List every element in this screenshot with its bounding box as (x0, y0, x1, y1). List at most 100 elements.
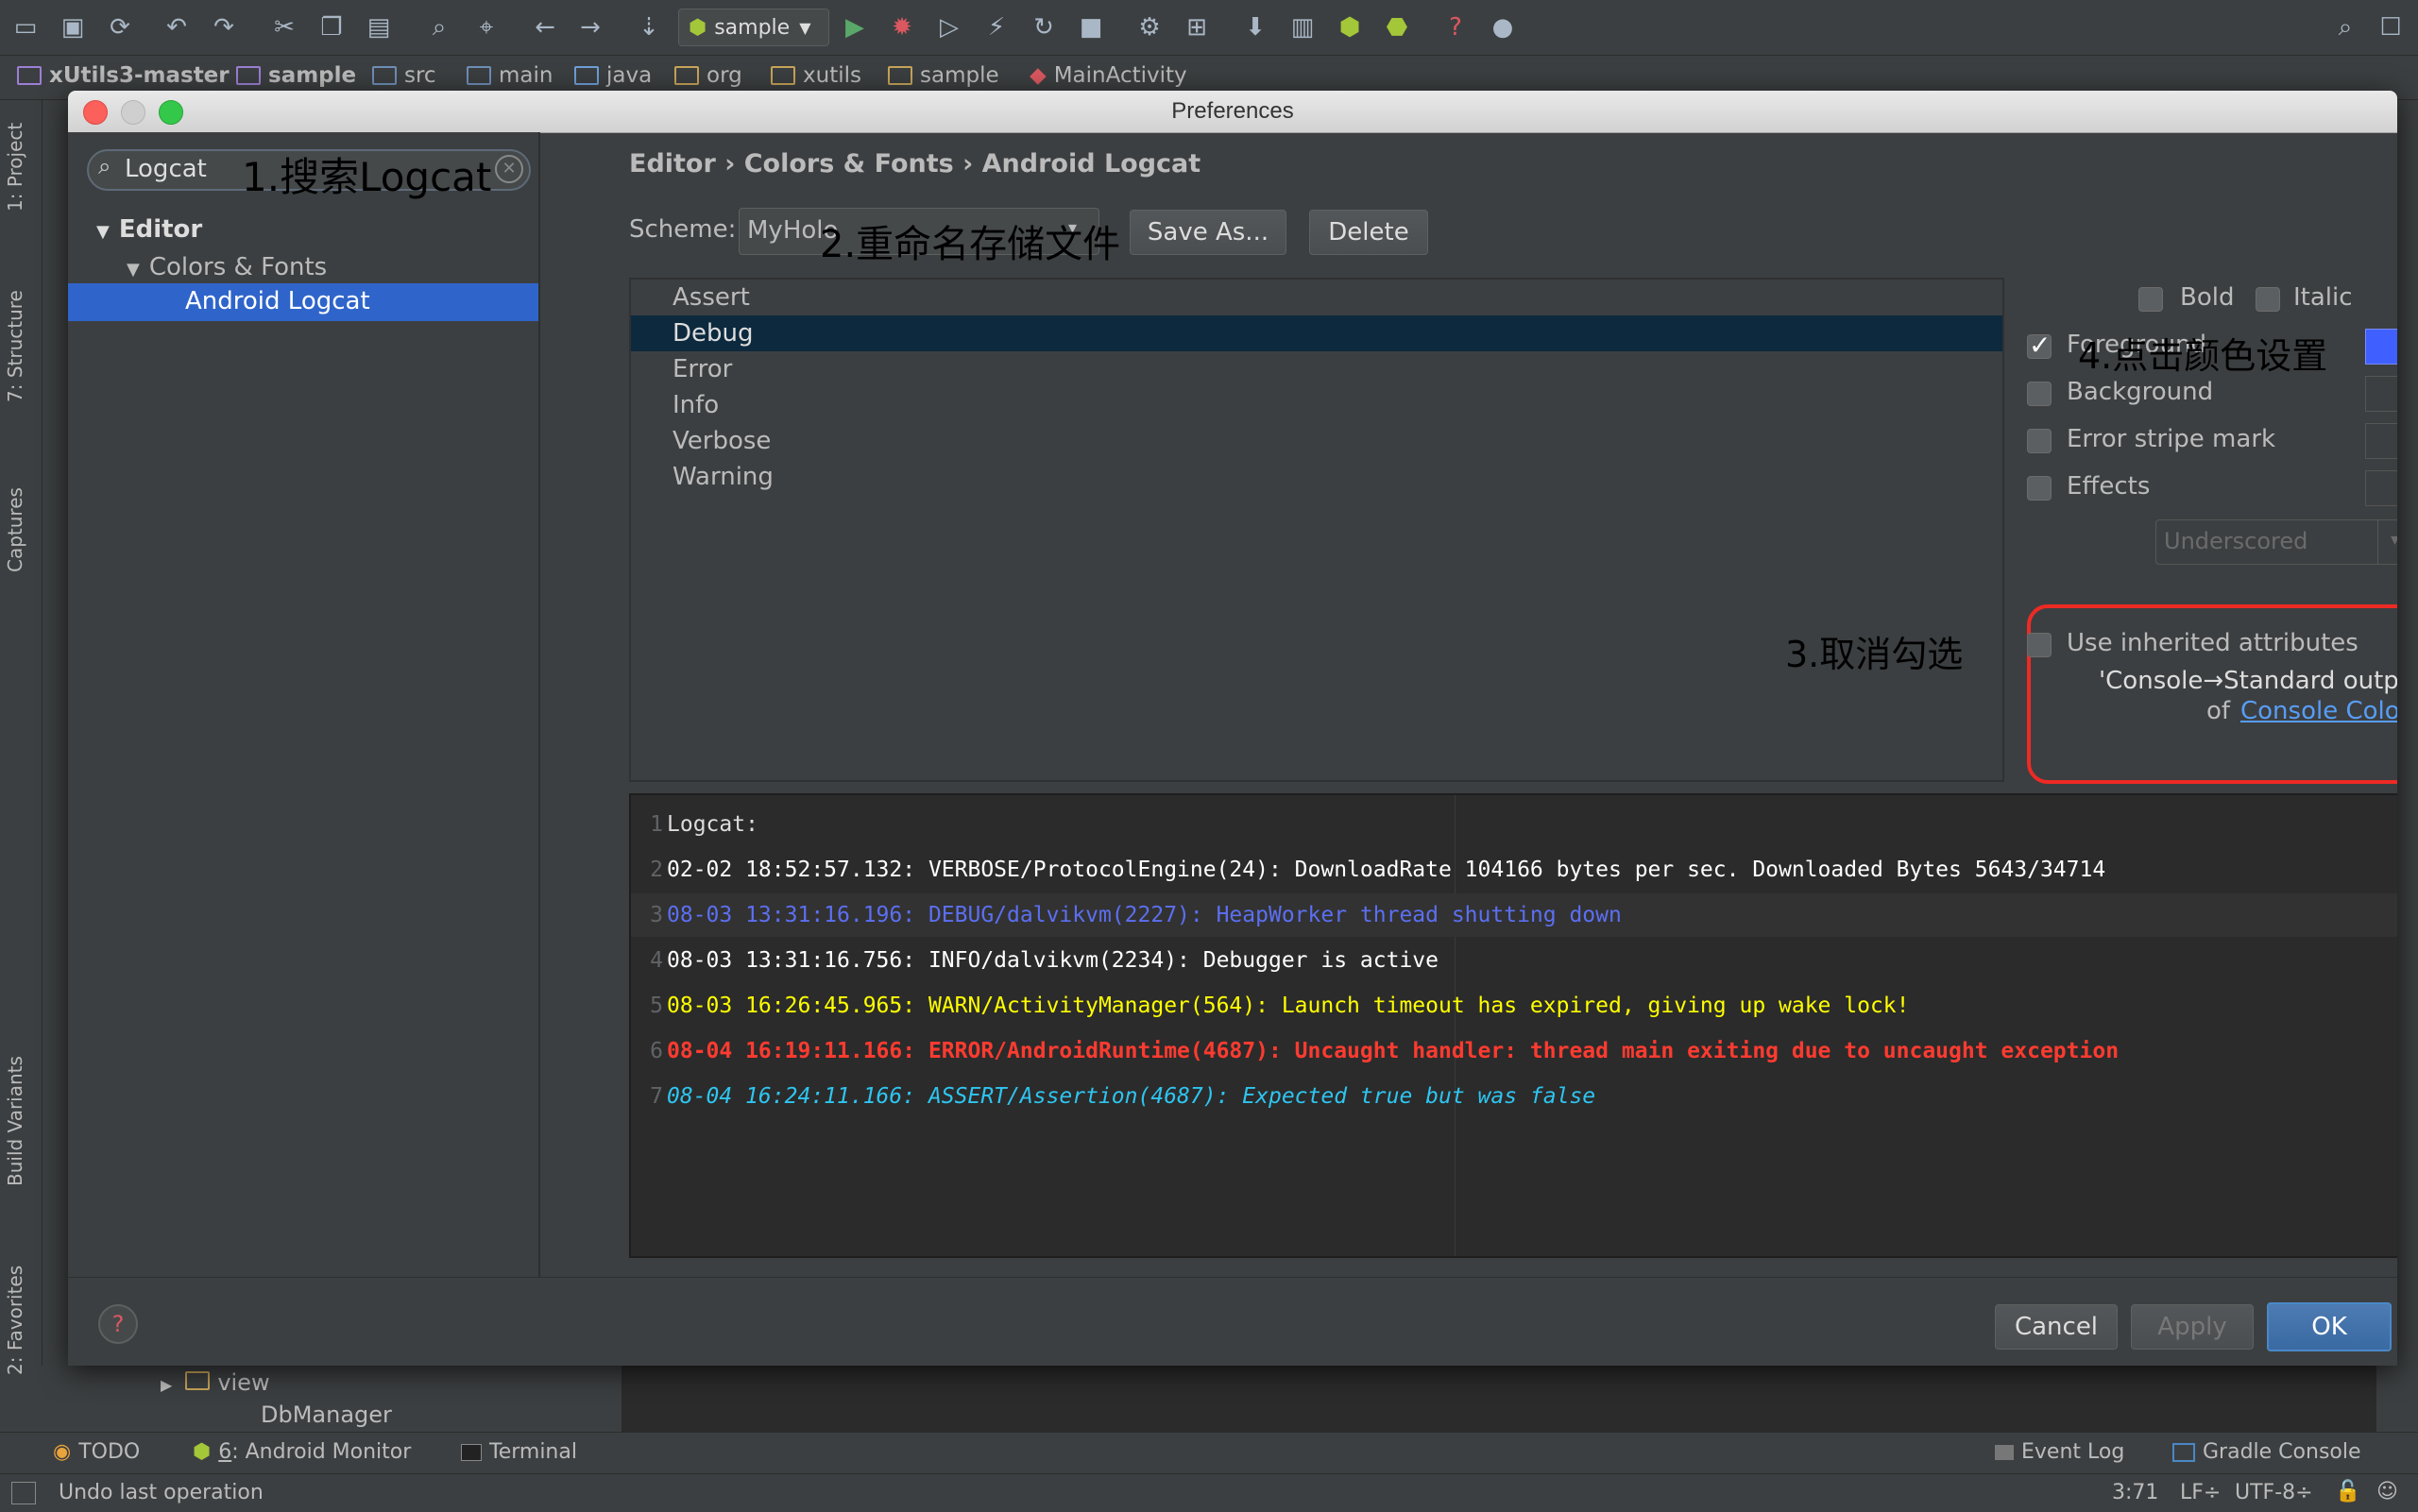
sdk-icon[interactable]: ▥ (1286, 11, 1319, 43)
sync-gradle-icon[interactable]: ⬢ (1334, 11, 1366, 43)
error-stripe-color-swatch[interactable] (2365, 423, 2397, 459)
apply-button[interactable]: Apply (2131, 1304, 2254, 1350)
replace-icon[interactable]: ⌖ (470, 11, 502, 43)
help-icon[interactable]: ? (1439, 11, 1472, 43)
stop-icon[interactable]: ■ (1075, 11, 1107, 43)
breadcrumb-item[interactable]: ◆ MainActivity (1030, 63, 1187, 88)
project-structure-icon[interactable]: ⊞ (1181, 11, 1213, 43)
rerun-icon[interactable]: ↻ (1028, 11, 1060, 43)
tool-tab-build-variants[interactable]: Build Variants (4, 1056, 26, 1186)
android-icon: ⬢ (689, 15, 707, 40)
list-item-debug[interactable]: Debug (631, 315, 2002, 351)
caret-position[interactable]: 3:71 (2112, 1481, 2158, 1504)
tool-tab-todo[interactable]: ◉ TODO (53, 1440, 140, 1464)
clear-search-icon[interactable]: ✕ (495, 155, 523, 183)
make-icon[interactable]: ⇣ (633, 11, 665, 43)
foreground-color-swatch[interactable] (2365, 329, 2397, 365)
tool-tab-gradle-console[interactable]: Gradle Console (2172, 1440, 2361, 1464)
preview-line: 3 08-03 13:31:16.196: DEBUG/dalvikvm(2227… (631, 893, 2397, 937)
preview-text: 08-03 13:31:16.196: DEBUG/dalvikvm(2227)… (667, 903, 1622, 927)
monitor-icon[interactable]: ● (1487, 11, 1519, 43)
list-item-assert[interactable]: Assert (631, 280, 2002, 315)
tool-tab-project[interactable]: 1: Project (4, 123, 26, 212)
breadcrumb-item[interactable]: main (467, 63, 553, 88)
search-everywhere-icon[interactable]: ⌕ (2329, 11, 2361, 43)
tree-item-colors-fonts[interactable]: ▼ Colors & Fonts (127, 253, 327, 281)
main-toolbar: ▭ ▣ ⟳ ↶ ↷ ✂ ❐ ▤ ⌕ ⌖ ← → ⇣ ⬢ sample ▼ ▶ ✹… (0, 0, 2418, 56)
copy-icon[interactable]: ❐ (315, 11, 348, 43)
lock-icon[interactable]: 🔓 (2335, 1480, 2360, 1504)
status-message: Undo last operation (59, 1481, 264, 1504)
error-stripe-checkbox[interactable] (2027, 429, 2052, 453)
bold-checkbox[interactable] (2138, 287, 2163, 312)
back-icon[interactable]: ← (529, 11, 561, 43)
cancel-button[interactable]: Cancel (1995, 1304, 2118, 1350)
breadcrumb-item[interactable]: xutils (771, 63, 861, 88)
foreground-checkbox[interactable] (2027, 330, 2052, 361)
inherited-from-text: 'Console→Standard output' (2099, 667, 2397, 695)
preview-line: 7 08-04 16:24:11.166: ASSERT/Assertion(46… (650, 1084, 1596, 1109)
breadcrumb-item[interactable]: sample (888, 63, 999, 88)
effects-color-swatch[interactable] (2365, 470, 2397, 506)
use-inherited-checkbox[interactable] (2027, 633, 2052, 657)
inspector-icon[interactable]: ☺ (2376, 1480, 2398, 1504)
settings-icon[interactable]: ⚙ (1133, 11, 1166, 43)
list-item-error[interactable]: Error (631, 351, 2002, 387)
dialog-title: Preferences (1171, 98, 1294, 124)
debug-icon[interactable]: ✹ (886, 11, 918, 43)
save-as-button[interactable]: Save As... (1130, 210, 1286, 255)
tool-tab-event-log[interactable]: Event Log (1995, 1440, 2124, 1464)
ok-button[interactable]: OK (2267, 1302, 2392, 1351)
breadcrumb-item[interactable]: sample (236, 63, 356, 88)
breadcrumb-item[interactable]: xUtils3-master (17, 63, 230, 88)
italic-checkbox[interactable] (2256, 287, 2280, 312)
tool-tab-captures[interactable]: Captures (4, 487, 26, 572)
tree-item-dbmanager[interactable]: DbManager (261, 1402, 392, 1428)
undo-icon[interactable]: ↶ (161, 11, 193, 43)
list-item-info[interactable]: Info (631, 387, 2002, 423)
attach-icon[interactable]: ▷ (933, 11, 965, 43)
tool-window-toggle-icon[interactable] (11, 1482, 36, 1504)
list-item-warning[interactable]: Warning (631, 459, 2002, 495)
list-item-verbose[interactable]: Verbose (631, 423, 2002, 459)
scheme-label: Scheme: (629, 215, 737, 244)
sync-icon[interactable]: ⟳ (104, 11, 136, 43)
preview-line: 2 02-02 18:52:57.132: VERBOSE/ProtocolEng… (650, 858, 2106, 882)
tool-tab-terminal[interactable]: Terminal (461, 1440, 577, 1464)
tree-item-android-logcat[interactable]: Android Logcat (68, 283, 538, 321)
find-icon[interactable]: ⌕ (423, 11, 455, 43)
redo-icon[interactable]: ↷ (208, 11, 240, 43)
run-config-select[interactable]: ⬢ sample ▼ (678, 8, 829, 46)
background-checkbox[interactable] (2027, 382, 2052, 406)
paste-icon[interactable]: ▤ (363, 11, 395, 43)
effects-checkbox[interactable] (2027, 476, 2052, 501)
avd-icon[interactable]: ⬇ (1239, 11, 1271, 43)
save-icon[interactable]: ▣ (57, 11, 89, 43)
delete-button[interactable]: Delete (1309, 210, 1428, 255)
event-log-icon (1995, 1444, 2014, 1460)
cut-icon[interactable]: ✂ (268, 11, 300, 43)
user-icon[interactable]: ☐ (2375, 11, 2407, 43)
tree-item-view[interactable]: ▶ view (161, 1369, 270, 1396)
console-colors-link[interactable]: Console Colors (2240, 697, 2397, 725)
android-icon[interactable]: ⬣ (1381, 11, 1413, 43)
open-icon[interactable]: ▭ (9, 11, 42, 43)
line-separator[interactable]: LF÷ (2180, 1481, 2221, 1504)
breadcrumb-item[interactable]: java (574, 63, 652, 88)
forward-icon[interactable]: → (574, 11, 606, 43)
effect-type-select[interactable]: Underscored ▾ (2155, 519, 2397, 565)
preview-line: 6 08-04 16:19:11.166: ERROR/AndroidRuntim… (650, 1039, 2120, 1063)
tool-tab-structure[interactable]: 7: Structure (4, 290, 26, 402)
run-icon[interactable]: ▶ (839, 11, 871, 43)
background-color-swatch[interactable] (2365, 376, 2397, 412)
todo-icon: ◉ (53, 1440, 72, 1464)
file-encoding[interactable]: UTF-8÷ (2235, 1481, 2313, 1504)
bold-label: Bold (2180, 283, 2235, 312)
help-icon[interactable]: ? (98, 1304, 138, 1344)
tree-item-editor[interactable]: ▼ Editor (96, 215, 202, 244)
breadcrumb-item[interactable]: org (674, 63, 742, 88)
tool-tab-android-monitor[interactable]: ⬢ 6: Android Monitor (193, 1440, 411, 1464)
tool-tab-favorites[interactable]: 2: Favorites (4, 1266, 26, 1375)
breadcrumb-item[interactable]: src (372, 63, 436, 88)
apply-changes-icon[interactable]: ⚡ (980, 11, 1013, 43)
